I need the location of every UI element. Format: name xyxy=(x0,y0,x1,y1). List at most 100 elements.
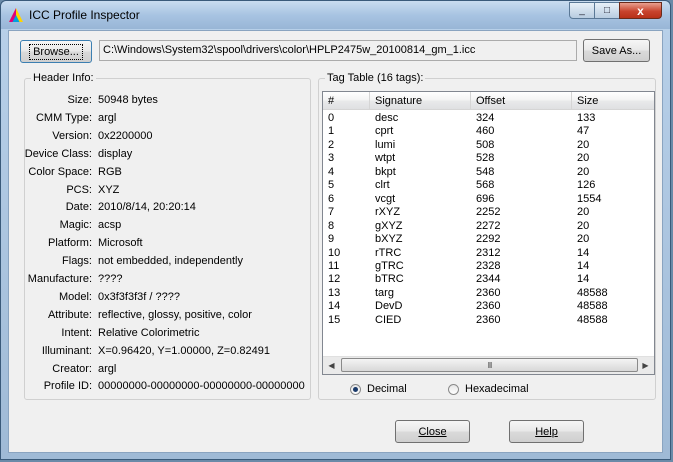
header-field-label: Date: xyxy=(65,201,92,214)
table-row[interactable]: 9 bXYZ 2292 20 xyxy=(323,233,654,246)
tag-offset-cell: 508 xyxy=(476,138,495,151)
table-row[interactable]: 13 targ 2360 48588 xyxy=(323,286,654,300)
header-field-label: Illuminant: xyxy=(41,344,92,357)
tag-signature-cell: gXYZ xyxy=(375,219,403,232)
table-row[interactable]: 3 wtpt 528 20 xyxy=(323,152,654,165)
radio-decimal-indicator xyxy=(350,383,361,395)
close-window-button[interactable]: x xyxy=(619,2,662,19)
header-info-group: Header Info: Size: 50948 bytes CMM Type: ar… xyxy=(24,72,311,400)
table-row[interactable]: 12 bTRC 2344 14 xyxy=(323,273,654,286)
browse-button[interactable]: Browse... xyxy=(20,40,92,63)
minimize-icon: _ xyxy=(579,5,585,16)
tag-offset-cell: 528 xyxy=(476,152,495,165)
browse-label: Browse... xyxy=(29,43,83,60)
scroll-thumb[interactable]: III xyxy=(341,358,638,372)
header-field-label: Flags: xyxy=(62,255,92,268)
tag-number-cell: 2 xyxy=(328,138,335,151)
header-field-row: Creator: argl xyxy=(25,363,305,381)
radio-decimal-label: Decimal xyxy=(367,383,407,395)
table-row[interactable]: 8 gXYZ 2272 20 xyxy=(323,219,654,233)
header-field-value: 0x3f3f3f3f / ???? xyxy=(98,290,180,303)
tag-size-cell: 126 xyxy=(577,179,596,192)
tag-number-cell: 10 xyxy=(328,246,341,259)
scroll-left-arrow-icon[interactable]: ◀ xyxy=(323,357,340,374)
table-row[interactable]: 11 gTRC 2328 14 xyxy=(323,259,654,273)
header-field-label: Magic: xyxy=(59,219,92,232)
header-field-value: ???? xyxy=(98,273,123,285)
profile-path-field[interactable]: C:\Windows\System32\spool\drivers\color\… xyxy=(99,40,577,61)
header-field-value: XYZ xyxy=(98,183,120,196)
header-field-value: argl xyxy=(98,111,117,124)
title-bar[interactable]: ICC Profile Inspector _ □ x xyxy=(1,1,670,29)
tag-size-cell: 14 xyxy=(577,246,590,259)
table-row[interactable]: 1 cprt 460 47 xyxy=(323,125,654,138)
tag-signature-cell: bXYZ xyxy=(375,233,403,246)
save-as-button[interactable]: Save As... xyxy=(583,39,650,62)
table-row[interactable]: 5 clrt 568 126 xyxy=(323,179,654,192)
header-field-label: Version: xyxy=(52,129,92,142)
tag-offset-cell: 568 xyxy=(476,179,495,192)
tag-table[interactable]: # Signature Offset Size 0 desc 324 133 1 cprt… xyxy=(322,91,655,375)
header-field-row: Platform: Microsoft xyxy=(25,237,305,255)
horizontal-scrollbar[interactable]: ◀ III ▶ xyxy=(323,356,654,374)
scroll-right-arrow-icon[interactable]: ▶ xyxy=(637,357,654,374)
tag-signature-cell: rXYZ xyxy=(375,206,401,219)
header-field-row: Manufacture:???? xyxy=(25,273,305,291)
table-row[interactable]: 15 CIED 2360 48588 xyxy=(323,314,654,327)
table-row[interactable]: 6 vcgt 696 1554 xyxy=(323,193,654,206)
window-title: ICC Profile Inspector xyxy=(29,8,140,22)
scroll-thumb-grip: III xyxy=(487,360,493,370)
column-header-size[interactable]: Size xyxy=(572,92,654,110)
tag-size-cell: 14 xyxy=(577,273,590,286)
tag-offset-cell: 2360 xyxy=(476,286,501,299)
table-row[interactable]: 7 rXYZ 2252 20 xyxy=(323,206,654,219)
tag-size-cell: 48588 xyxy=(577,300,608,313)
close-button[interactable]: Close xyxy=(395,420,470,443)
column-header-signature[interactable]: Signature xyxy=(370,92,471,110)
header-field-row: Intent: Relative Colorimetric xyxy=(25,327,305,345)
table-row[interactable]: 2 lumi 508 20 xyxy=(323,138,654,152)
table-row[interactable]: 14 DevD 2360 48588 xyxy=(323,300,654,313)
header-field-row: Device Class: display xyxy=(25,148,305,166)
tag-size-cell: 20 xyxy=(577,138,590,151)
tag-signature-cell: desc xyxy=(375,112,399,124)
tag-offset-cell: 324 xyxy=(476,112,495,124)
tag-table-header: # Signature Offset Size xyxy=(323,92,654,110)
header-field-label: Model: xyxy=(58,290,92,303)
tag-number-cell: 9 xyxy=(328,233,335,246)
radio-hexadecimal[interactable]: Hexadecimal xyxy=(448,383,529,395)
header-field-row: Model: 0x3f3f3f3f / ???? xyxy=(25,291,305,309)
tag-size-cell: 20 xyxy=(577,233,590,246)
tag-signature-cell: DevD xyxy=(375,300,403,313)
header-field-row: PCS: XYZ xyxy=(25,184,305,202)
tag-signature-cell: bTRC xyxy=(375,273,404,286)
tag-size-cell: 14 xyxy=(577,259,590,272)
tag-signature-cell: targ xyxy=(375,286,394,299)
header-field-value: argl xyxy=(98,362,117,375)
header-field-value: RGB xyxy=(98,165,122,178)
table-row[interactable]: 4 bkpt 548 20 xyxy=(323,165,654,179)
header-field-label: Device Class: xyxy=(24,147,92,160)
tag-size-cell: 20 xyxy=(577,152,590,165)
tag-number-cell: 4 xyxy=(328,165,335,178)
minimize-button[interactable]: _ xyxy=(569,2,595,19)
dialog-client-area: Browse... C:\Windows\System32\spool\driv… xyxy=(8,30,663,453)
column-header-number[interactable]: # xyxy=(323,92,370,110)
tag-signature-cell: clrt xyxy=(375,179,390,192)
tag-signature-cell: gTRC xyxy=(375,259,404,272)
tag-table-title: Tag Table (16 tags): xyxy=(325,72,426,84)
radio-hexadecimal-label: Hexadecimal xyxy=(465,383,529,395)
header-field-value: 50948 bytes xyxy=(98,94,158,106)
tag-size-cell: 20 xyxy=(577,206,590,219)
header-field-row: Date: 2010/8/14, 20:20:14 xyxy=(25,201,305,219)
table-row[interactable]: 0 desc 324 133 xyxy=(323,112,654,125)
help-button[interactable]: Help xyxy=(509,420,584,443)
radio-decimal[interactable]: Decimal xyxy=(350,383,407,395)
tag-offset-cell: 2292 xyxy=(476,233,501,246)
column-header-offset[interactable]: Offset xyxy=(471,92,572,110)
header-field-label: Profile ID: xyxy=(43,380,92,393)
tag-signature-cell: rTRC xyxy=(375,246,402,259)
table-row[interactable]: 10 rTRC 2312 14 xyxy=(323,246,654,260)
maximize-button[interactable]: □ xyxy=(594,2,620,19)
tag-size-cell: 48588 xyxy=(577,286,608,299)
